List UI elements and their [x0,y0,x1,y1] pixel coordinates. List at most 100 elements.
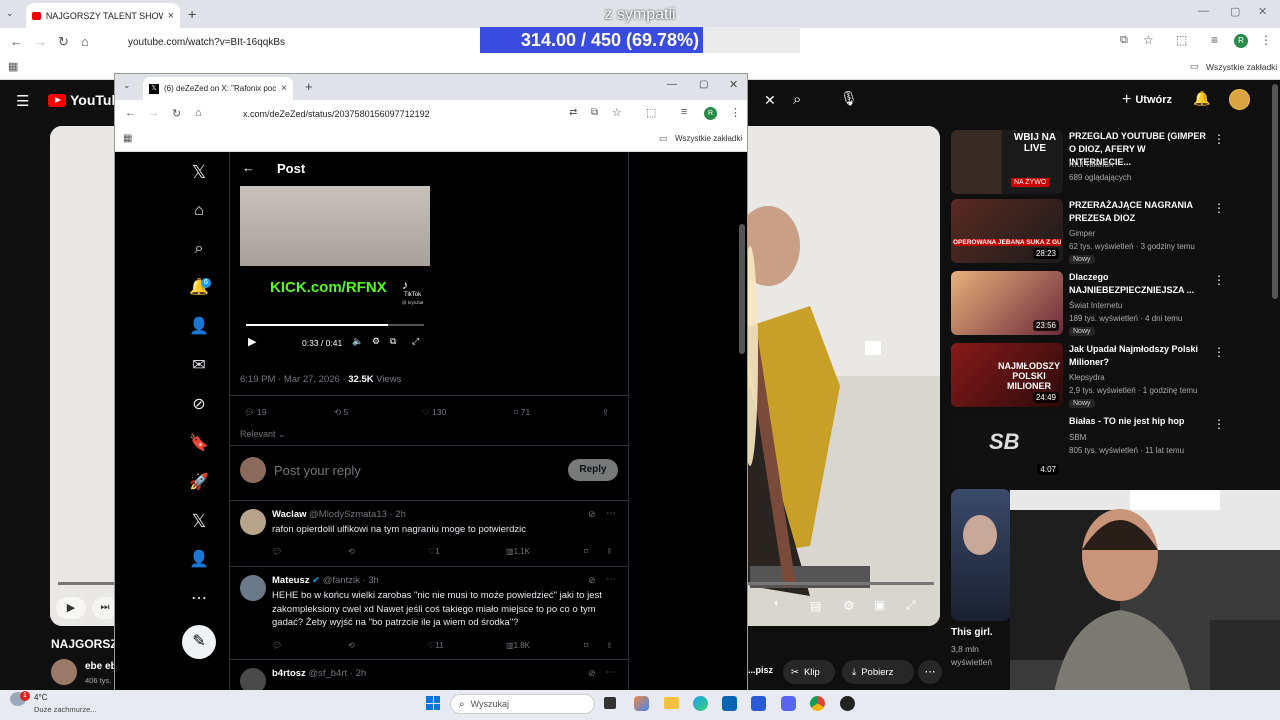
inner-reload-icon[interactable]: ↻ [172,107,181,120]
inner-extensions-icon[interactable]: ⬚ [646,106,656,119]
outer-url-field[interactable]: youtube.com/watch?v=BIt-16qqkBs [104,31,484,53]
reply-count[interactable]: 💬︎ 19 [244,407,267,418]
edge-icon[interactable] [693,696,708,711]
inner-new-tab-icon[interactable]: + [305,79,313,94]
maximize-icon[interactable]: ▢ [1230,5,1240,18]
video-fullscreen-icon[interactable]: ⤢ [412,336,419,347]
obs-icon[interactable] [840,696,855,711]
grok-tweet-icon[interactable]: ⊘ [588,668,596,679]
more-options-icon[interactable]: ⋮ [1213,273,1225,287]
create-button[interactable]: + Utwórz [1122,91,1172,109]
miniplayer-icon[interactable]: ▣ [874,598,885,612]
repost-icon[interactable]: ⟲ [348,547,355,556]
recommendation-item[interactable]: 23:56 Dlaczego NAJNIEBEZPIECZNIEJSZA ...… [951,271,1251,336]
tweet-more-icon[interactable]: ⋯ [606,667,616,678]
inner-close-window-icon[interactable]: ✕ [729,78,738,91]
share-icon[interactable]: ⇪ [606,547,613,556]
inner-back-icon[interactable]: ← [125,107,136,119]
more-options-icon[interactable]: ⋮ [1213,132,1225,146]
autoplay-toggle[interactable]: ◐ [774,598,800,618]
reply-icon[interactable]: 💬︎ [272,547,282,556]
volume-icon[interactable]: 🔈 [352,336,363,347]
taskbar-search[interactable]: ⌕ Wyszukaj [450,694,595,714]
notifications-bell-icon[interactable]: 🔔 [1193,90,1210,107]
tweet-more-icon[interactable]: ⋯ [606,508,616,519]
settings-gear-icon[interactable]: ⚙ [843,598,855,614]
inner-tab[interactable]: 𝕏 (6) deZeZed on X: "Rafonix poc × [143,77,293,100]
share-icon[interactable]: ⇪ [602,407,609,418]
apps-icon[interactable]: ▦ [8,60,18,73]
inner-bookmark-star-icon[interactable]: ☆ [612,106,622,119]
search-icon[interactable]: ⌕ [793,91,801,108]
reply-icon[interactable]: 💬︎ [272,641,282,650]
reply-author[interactable]: Mateusz [272,575,309,586]
x-logo-icon[interactable]: 𝕏 [187,160,211,184]
video-play-button[interactable]: ▶ [56,597,86,619]
close-window-icon[interactable]: ✕ [1258,5,1267,18]
channel-avatar[interactable] [51,659,77,685]
reply-author[interactable]: b4rtosz [272,668,306,679]
repost-icon[interactable]: ⟲ [348,641,355,650]
reply-tweet[interactable]: Waclaw @MlodySzmata13 · 2h ⊘ ⋯ rafon opi… [230,501,628,567]
bookmark-icon[interactable]: ⌑ [584,547,588,556]
youtube-scrollbar[interactable] [1272,84,1278,299]
subtitles-icon[interactable]: ▤ [810,599,821,613]
video-progress-track[interactable] [246,324,424,326]
reply-tweet[interactable]: Mateusz ✔ @fantzik · 3h ⊘ ⋯ HEHE bo w ko… [230,567,628,660]
compose-post-button[interactable]: ✎ [182,625,216,659]
more-options-icon[interactable]: ⋮ [1213,417,1225,431]
profile-avatar[interactable]: R [1234,34,1248,48]
inner-profile-avatar[interactable]: R [704,107,717,120]
hamburger-icon[interactable]: ☰ [16,92,29,110]
extensions-icon[interactable]: ⬚ [1176,33,1187,47]
jobs-rocket-icon[interactable]: 🚀 [187,471,211,495]
task-view-icon[interactable] [604,697,616,709]
reload-icon[interactable]: ↻ [58,34,69,50]
grok-icon[interactable]: ⊘ [187,393,211,417]
outer-tab[interactable]: NAJGORSZY TALENT SHOW W × [26,3,180,28]
bookmark-count[interactable]: ⌑ 71 [514,407,530,418]
messages-icon[interactable]: ✉ [187,354,211,378]
fullscreen-icon[interactable]: ⤢ [906,598,916,613]
inner-close-tab-icon[interactable]: × [281,83,287,94]
inner-scrollbar[interactable] [739,224,745,354]
bookmarks-icon[interactable]: 🔖 [187,432,211,456]
new-tab-icon[interactable]: + [188,6,196,22]
back-arrow-icon[interactable]: ← [242,160,255,175]
inner-home-icon[interactable]: ⌂ [195,107,202,119]
repost-count[interactable]: ⟲ 5 [334,407,348,418]
inner-all-bookmarks-label[interactable]: Wszystkie zakładki [675,134,742,143]
download-button[interactable]: ⤓ Pobierz [842,660,914,684]
media-icon[interactable]: ≡ [1211,33,1218,47]
inner-forward-icon[interactable]: → [148,107,159,119]
back-icon[interactable]: ← [10,34,23,49]
recommendation-item[interactable]: SB 4:07 Białas - TO nie jest hip hop SBM… [951,415,1251,479]
video-play-icon[interactable]: ▶ [248,335,256,348]
youtube-avatar[interactable] [1229,89,1250,110]
short-thumbnail[interactable] [951,489,1011,621]
inner-maximize-icon[interactable]: ▢ [699,79,708,90]
copilot-icon[interactable] [634,696,649,711]
inner-tab-search-icon[interactable]: ⌄ [123,80,131,91]
inner-apps-icon[interactable]: ▦ [123,133,132,144]
clip-button[interactable]: ✂ Klip [783,660,835,684]
inner-minimize-icon[interactable]: — [667,79,677,90]
recommendation-item[interactable]: NAJMŁODSZY POLSKI MILIONER 24:49 Jak Upa… [951,343,1251,408]
home-icon[interactable]: ⌂ [81,34,89,49]
reply-avatar[interactable] [240,509,266,535]
store-icon[interactable] [751,696,766,711]
recommendation-item[interactable]: WBIJ NA LIVE NA ŻYWO PRZEGLAD YOUTUBE (G… [951,130,1251,194]
sort-dropdown[interactable]: Relevant ⌄ [240,429,286,440]
close-tab-icon[interactable]: × [168,10,174,22]
reply-input[interactable]: Post your reply [274,463,361,478]
reply-button[interactable]: Reply [568,459,618,481]
reply-tweet[interactable]: b4rtosz @sf_b4rt · 2h ⊘ ⋯ [230,660,628,690]
reply-author[interactable]: Waclaw [272,509,307,520]
clear-search-icon[interactable]: ✕ [764,92,776,109]
home-icon[interactable]: ⌂ [187,199,211,223]
grok-tweet-icon[interactable]: ⊘ [588,575,596,586]
channel-name[interactable]: ebe eb [85,661,117,672]
outlook-icon[interactable] [722,696,737,711]
bookmark-icon[interactable]: ⌑ [584,641,588,650]
tweet-more-icon[interactable]: ⋯ [606,574,616,585]
